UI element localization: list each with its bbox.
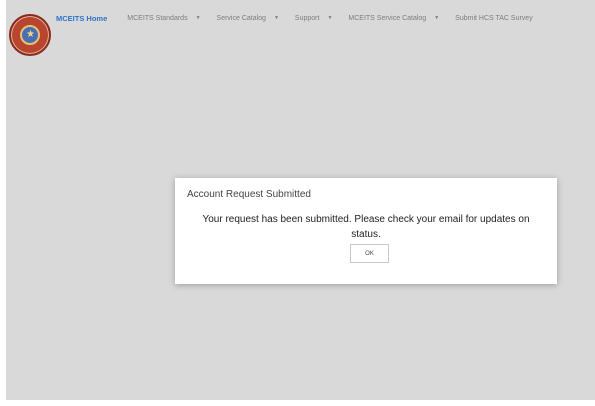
top-nav: MCEITS Home MCEITS Standards ▼ Service C… [56,10,549,26]
nav-item-mceits-home[interactable]: MCEITS Home [56,14,107,23]
nav-item-service-catalog[interactable]: Service Catalog ▼ [217,15,279,22]
nav-item-label: MCEITS Home [56,13,108,23]
nav-item-mceits-service-catalog[interactable]: MCEITS Service Catalog ▼ [348,15,439,22]
chevron-down-icon: ▼ [273,15,279,21]
chevron-down-icon: ▼ [195,15,201,21]
seal-center-icon: ★ [20,25,40,45]
nav-item-label: Service Catalog [216,14,266,22]
ok-button[interactable]: OK [350,244,389,263]
nav-item-mceits-standards[interactable]: MCEITS Standards ▼ [127,15,200,22]
nav-item-support[interactable]: Support ▼ [295,15,332,22]
dialog-title: Account Request Submitted [187,189,311,200]
chevron-down-icon: ▼ [327,15,333,21]
nav-item-label: MCEITS Standards [127,14,188,22]
nav-item-label: Support [294,14,320,22]
nav-item-label: MCEITS Service Catalog [348,14,427,22]
seal-emblem-icon[interactable]: ★ [9,14,51,56]
dialog-message: Your request has been submitted. Please … [202,214,530,240]
nav-item-submit-hcs-tac-survey[interactable]: Submit HCS TAC Survey [455,15,533,22]
chevron-down-icon: ▼ [434,15,440,21]
account-request-dialog: Account Request Submitted Your request h… [175,178,557,284]
page-background: ★ MCEITS Home MCEITS Standards ▼ Service… [6,0,595,400]
star-icon: ★ [26,29,35,40]
nav-item-label: Submit HCS TAC Survey [455,14,533,22]
